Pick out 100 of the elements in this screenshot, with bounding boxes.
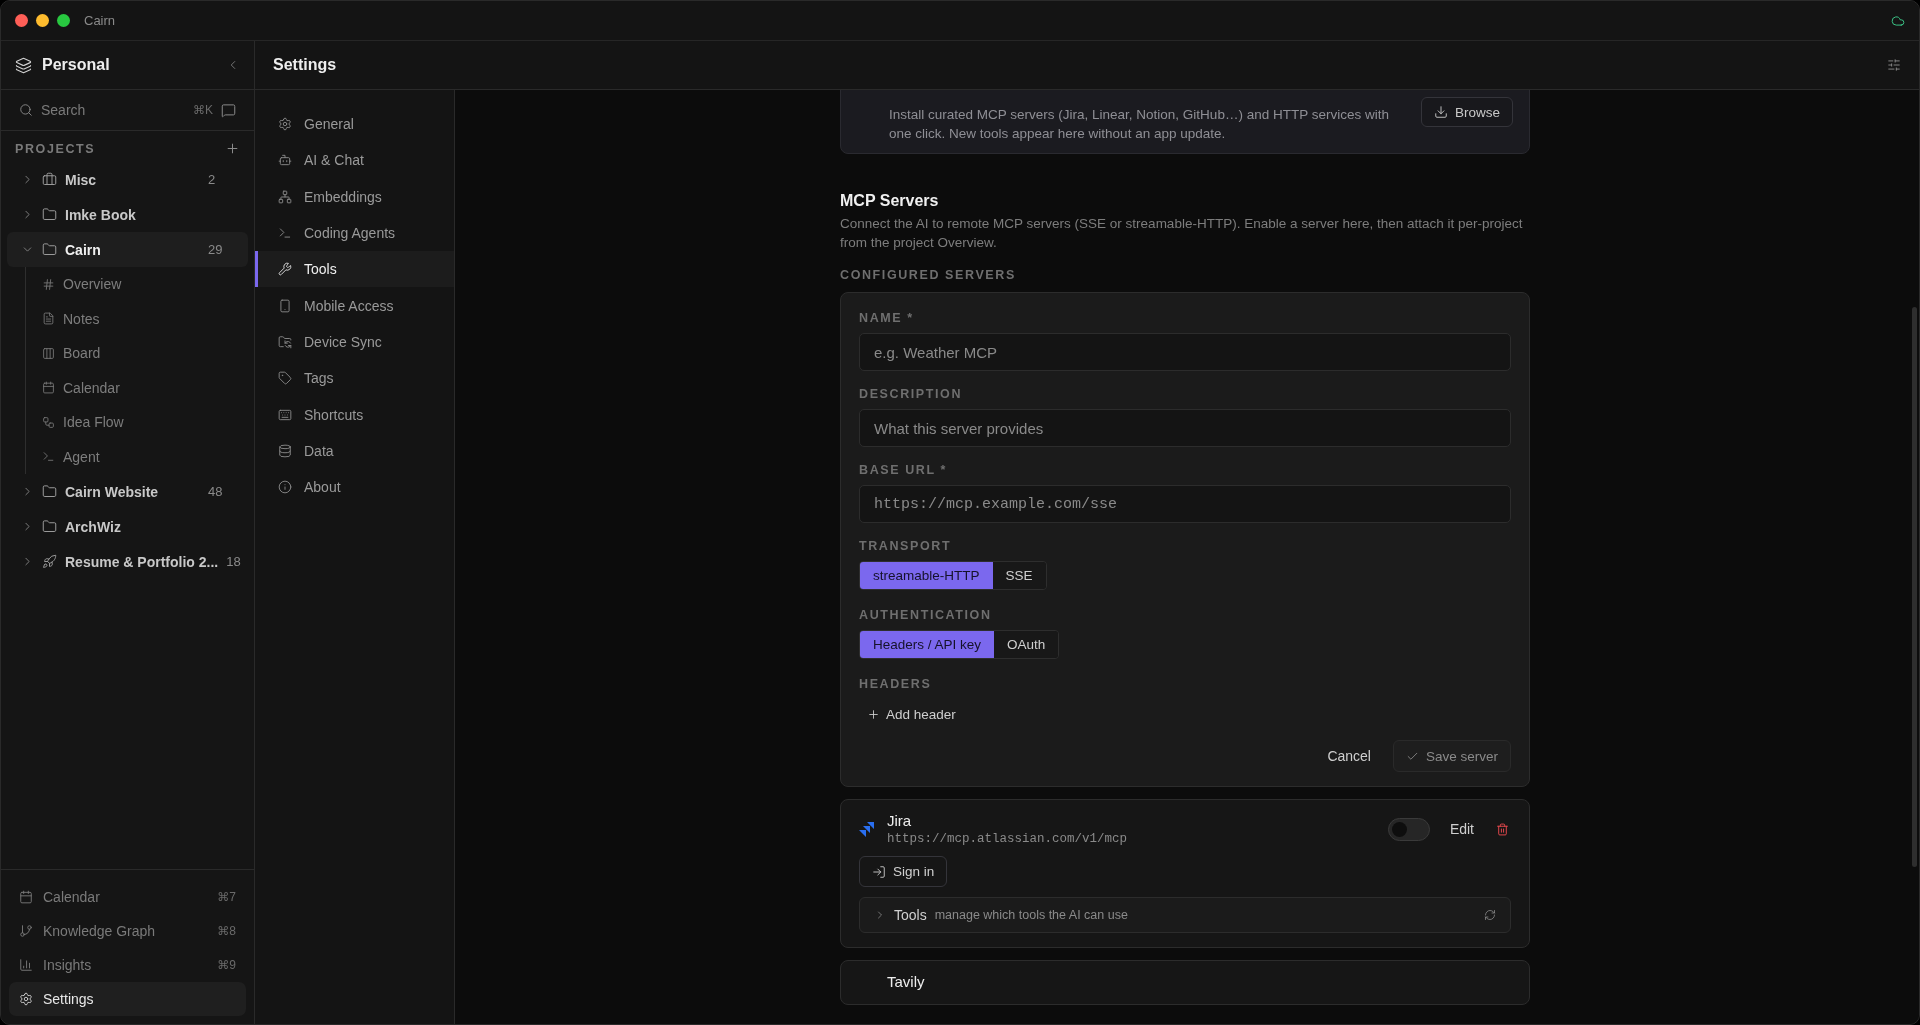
nav-item[interactable]: Calendar ⌘7 <box>9 880 246 914</box>
settings-tab[interactable]: Coding Agents <box>255 214 454 252</box>
folder-icon <box>42 519 57 534</box>
subitem-label: Notes <box>63 310 100 327</box>
project-item[interactable]: Cairn Website 48 <box>7 474 248 509</box>
search-icon <box>19 103 33 117</box>
sign-in-button[interactable]: Sign in <box>859 856 948 887</box>
search-field[interactable]: Search ⌘K <box>1 90 254 131</box>
project-item[interactable]: ArchWiz <box>7 509 248 544</box>
settings-tab-label: Device Sync <box>304 333 382 350</box>
settings-tab[interactable]: Shortcuts <box>255 396 454 433</box>
settings-tab-label: Data <box>304 442 334 459</box>
bar-chart-icon <box>19 958 33 972</box>
project-subitem[interactable]: Idea Flow <box>26 405 254 440</box>
settings-tab-label: General <box>304 116 354 133</box>
save-button[interactable]: Save server <box>1392 740 1511 772</box>
zoom-button[interactable] <box>57 14 70 27</box>
project-name: Resume & Portfolio 2... <box>65 553 219 570</box>
item-count: 29 <box>208 242 224 257</box>
segment-option[interactable]: streamable-HTTP <box>860 562 993 589</box>
item-count: 48 <box>208 484 224 499</box>
refresh-icon <box>1484 909 1496 921</box>
minimize-button[interactable] <box>36 14 49 27</box>
settings-tab-label: About <box>304 479 341 496</box>
robot-icon <box>278 153 292 168</box>
settings-tab-label: AI & Chat <box>304 152 364 169</box>
enable-toggle[interactable] <box>1387 817 1430 841</box>
edit-button[interactable]: Edit <box>1441 815 1482 843</box>
layers-icon <box>15 56 32 74</box>
cancel-button[interactable]: Cancel <box>1319 742 1379 770</box>
project-subitem[interactable]: Calendar <box>26 370 254 405</box>
project-subitem[interactable]: Notes <box>26 301 254 336</box>
settings-tab-label: Shortcuts <box>304 406 364 423</box>
settings-tab[interactable]: Device Sync <box>255 323 454 361</box>
workspace-name[interactable]: Personal <box>42 56 216 74</box>
database-icon <box>278 443 292 458</box>
settings-tab-label: Tools <box>304 261 337 278</box>
field-label: BASE URL * <box>859 463 948 477</box>
close-button[interactable] <box>15 14 28 27</box>
branch-icon <box>19 924 33 938</box>
calendar-icon <box>42 381 55 395</box>
info-icon <box>278 480 292 495</box>
settings-tab-label: Embeddings <box>304 188 382 205</box>
settings-tab[interactable]: Tools <box>255 251 454 288</box>
sliders-icon <box>1887 58 1901 72</box>
project-name: Imke Book <box>65 206 137 223</box>
page-title: Settings <box>273 56 338 74</box>
settings-tab[interactable]: General <box>255 106 454 143</box>
nav-label: Knowledge Graph <box>43 923 157 939</box>
phone-icon <box>278 298 292 313</box>
settings-tab[interactable]: Mobile Access <box>255 287 454 324</box>
project-item[interactable]: Imke Book <box>7 197 248 232</box>
add-header-button[interactable]: Add header <box>859 703 964 726</box>
settings-tab[interactable]: AI & Chat <box>255 142 454 179</box>
terminal-icon <box>278 226 292 241</box>
settings-tab[interactable]: Embeddings <box>255 178 454 215</box>
nav-label: Insights <box>43 957 93 973</box>
tools-row[interactable]: Tools manage which tools the AI can use <box>859 897 1511 933</box>
input-field[interactable]: e.g. Weather MCP <box>859 333 1511 371</box>
nav-item[interactable]: Settings <box>9 982 246 1016</box>
terminal-icon <box>42 450 55 464</box>
segment-option[interactable]: Headers / API key <box>860 631 995 658</box>
project-subitem[interactable]: Agent <box>26 439 254 474</box>
project-item[interactable]: Resume & Portfolio 2... 18 <box>7 544 248 579</box>
folder-sync-icon <box>278 334 292 349</box>
project-subitem[interactable]: Overview <box>26 267 254 302</box>
subitem-label: Board <box>63 345 101 362</box>
settings-tab[interactable]: About <box>255 468 454 506</box>
folder-icon <box>42 207 57 222</box>
settings-tab[interactable]: Data <box>255 432 454 469</box>
server-url: https://mcp.atlassian.com/v1/mcp <box>887 832 1129 846</box>
server-name: Tavily <box>887 973 926 990</box>
folder-icon <box>42 484 57 499</box>
delete-button[interactable] <box>1494 820 1511 838</box>
briefcase-icon <box>42 172 57 187</box>
add-icon <box>225 141 240 156</box>
catalog-description: Install curated MCP servers (Jira, Linear, Notion, GitHub…) and HTTP services with one click. New tools appear here without an app update. <box>889 106 1390 143</box>
project-item[interactable]: Misc 2 <box>7 162 248 197</box>
search-placeholder: Search <box>41 102 87 118</box>
item-count: 2 <box>208 172 217 187</box>
input-field[interactable]: https://mcp.example.com/sse <box>859 485 1511 523</box>
settings-tab[interactable]: Tags <box>255 360 454 397</box>
field-label: AUTHENTICATION <box>859 608 993 622</box>
subitem-label: Overview <box>63 276 122 293</box>
project-item[interactable]: Cairn 29 <box>7 232 248 267</box>
window-title: Cairn <box>84 13 117 28</box>
settings-tab-label: Mobile Access <box>304 297 394 314</box>
input-field[interactable]: What this server provides <box>859 409 1511 447</box>
keyboard-icon <box>278 407 292 422</box>
section-heading: CONFIGURED SERVERS <box>840 268 1017 282</box>
field-label: DESCRIPTION <box>859 387 964 401</box>
settings-tab-label: Coding Agents <box>304 225 396 242</box>
project-name: Cairn <box>65 241 102 258</box>
browse-button[interactable]: Browse <box>1421 97 1513 127</box>
section-title: MCP Servers <box>840 192 940 210</box>
project-name: Cairn Website <box>65 483 160 500</box>
nav-item[interactable]: Knowledge Graph ⌘8 <box>9 914 246 948</box>
project-subitem[interactable]: Board <box>26 336 254 371</box>
nav-item[interactable]: Insights ⌘9 <box>9 948 246 982</box>
hash-icon <box>42 277 55 291</box>
